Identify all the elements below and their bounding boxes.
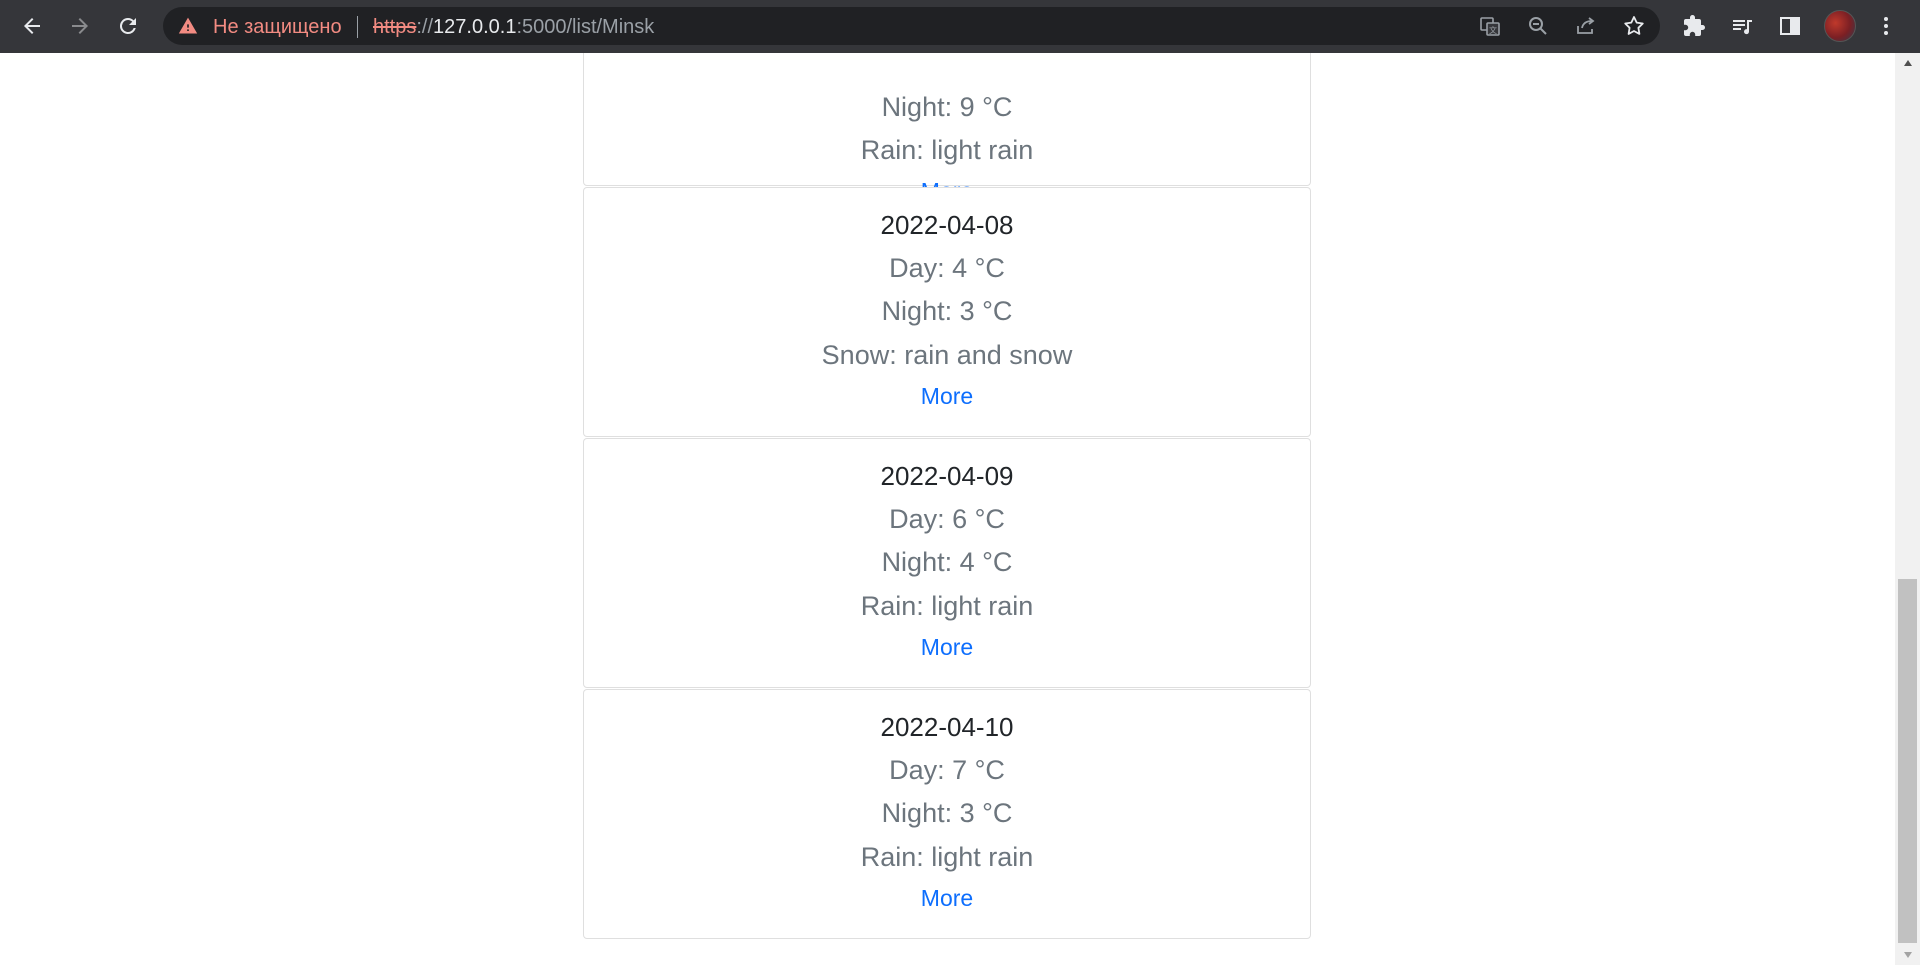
- precipitation: Rain: light rain: [860, 135, 1034, 165]
- precipitation: Rain: light rain: [860, 591, 1034, 621]
- side-panel-icon: [1780, 17, 1800, 35]
- night-temperature: Night: 3 °C: [881, 798, 1013, 828]
- bookmark-star-icon[interactable]: [1622, 14, 1646, 38]
- forecast-card: 2022-04-10 Day: 7 °C Night: 3 °C Rain: l…: [583, 689, 1311, 939]
- forecast-card: 2022-04-08 Day: 4 °C Night: 3 °C Snow: r…: [583, 187, 1311, 437]
- night-temperature: Night: 4 °C: [881, 547, 1013, 577]
- side-panel-button[interactable]: [1772, 8, 1808, 44]
- separator: [357, 16, 358, 38]
- night-temperature: Night: 3 °C: [881, 296, 1013, 326]
- url-host: 127.0.0.1: [433, 16, 517, 38]
- browser-toolbar: Не защищено https://127.0.0.1:5000/list/…: [0, 0, 1920, 53]
- more-link[interactable]: More: [584, 634, 1310, 661]
- back-button[interactable]: [14, 8, 50, 44]
- url-path: :5000/list/Minsk: [516, 16, 655, 38]
- forward-button[interactable]: [62, 8, 98, 44]
- scroll-up-button[interactable]: [1895, 53, 1920, 73]
- scrollbar-thumb[interactable]: [1898, 579, 1917, 943]
- extensions-button[interactable]: [1676, 8, 1712, 44]
- more-link[interactable]: More: [584, 885, 1310, 912]
- url-separator: ://: [416, 16, 434, 38]
- page-content: Night: 9 °C Rain: light rain More 2022-0…: [0, 53, 1895, 965]
- forecast-date: 2022-04-09: [880, 461, 1014, 491]
- address-bar[interactable]: Не защищено https://127.0.0.1:5000/list/…: [163, 7, 1660, 45]
- day-temperature: Day: 7 °C: [889, 755, 1005, 785]
- security-status[interactable]: Не защищено: [213, 16, 342, 39]
- vertical-scrollbar[interactable]: [1895, 53, 1920, 965]
- translate-icon[interactable]: 文: [1478, 14, 1502, 38]
- profile-avatar[interactable]: [1824, 10, 1856, 42]
- triangle-up-icon: [1903, 60, 1912, 66]
- arrow-right-icon: [72, 18, 88, 34]
- warning-icon: [178, 17, 198, 34]
- forecast-card: 2022-04-09 Day: 6 °C Night: 4 °C Rain: l…: [583, 438, 1311, 688]
- more-vert-icon: [1884, 17, 1888, 35]
- arrow-left-icon: [24, 18, 40, 34]
- forecast-card: Night: 9 °C Rain: light rain More: [583, 53, 1311, 204]
- playlist-icon: [1733, 20, 1752, 35]
- precipitation: Rain: light rain: [860, 842, 1034, 872]
- scroll-down-button[interactable]: [1895, 945, 1920, 965]
- reload-icon: [119, 17, 136, 34]
- zoom-out-icon[interactable]: [1526, 14, 1550, 38]
- svg-text:文: 文: [1489, 25, 1497, 35]
- share-icon[interactable]: [1574, 14, 1598, 38]
- media-button[interactable]: [1724, 8, 1760, 44]
- forecast-date: 2022-04-10: [880, 712, 1014, 742]
- puzzle-icon: [1684, 15, 1705, 36]
- url-text[interactable]: https://127.0.0.1:5000/list/Minsk: [373, 16, 654, 39]
- url-scheme: https: [373, 16, 417, 38]
- reload-button[interactable]: [110, 8, 146, 44]
- menu-button[interactable]: [1868, 8, 1904, 44]
- triangle-down-icon: [1903, 952, 1912, 958]
- more-link[interactable]: More: [584, 383, 1310, 410]
- precipitation: Snow: rain and snow: [821, 340, 1073, 370]
- day-temperature: Day: 6 °C: [889, 504, 1005, 534]
- forecast-date: 2022-04-08: [880, 210, 1014, 240]
- day-temperature: Day: 4 °C: [889, 253, 1005, 283]
- night-temperature: Night: 9 °C: [881, 92, 1013, 122]
